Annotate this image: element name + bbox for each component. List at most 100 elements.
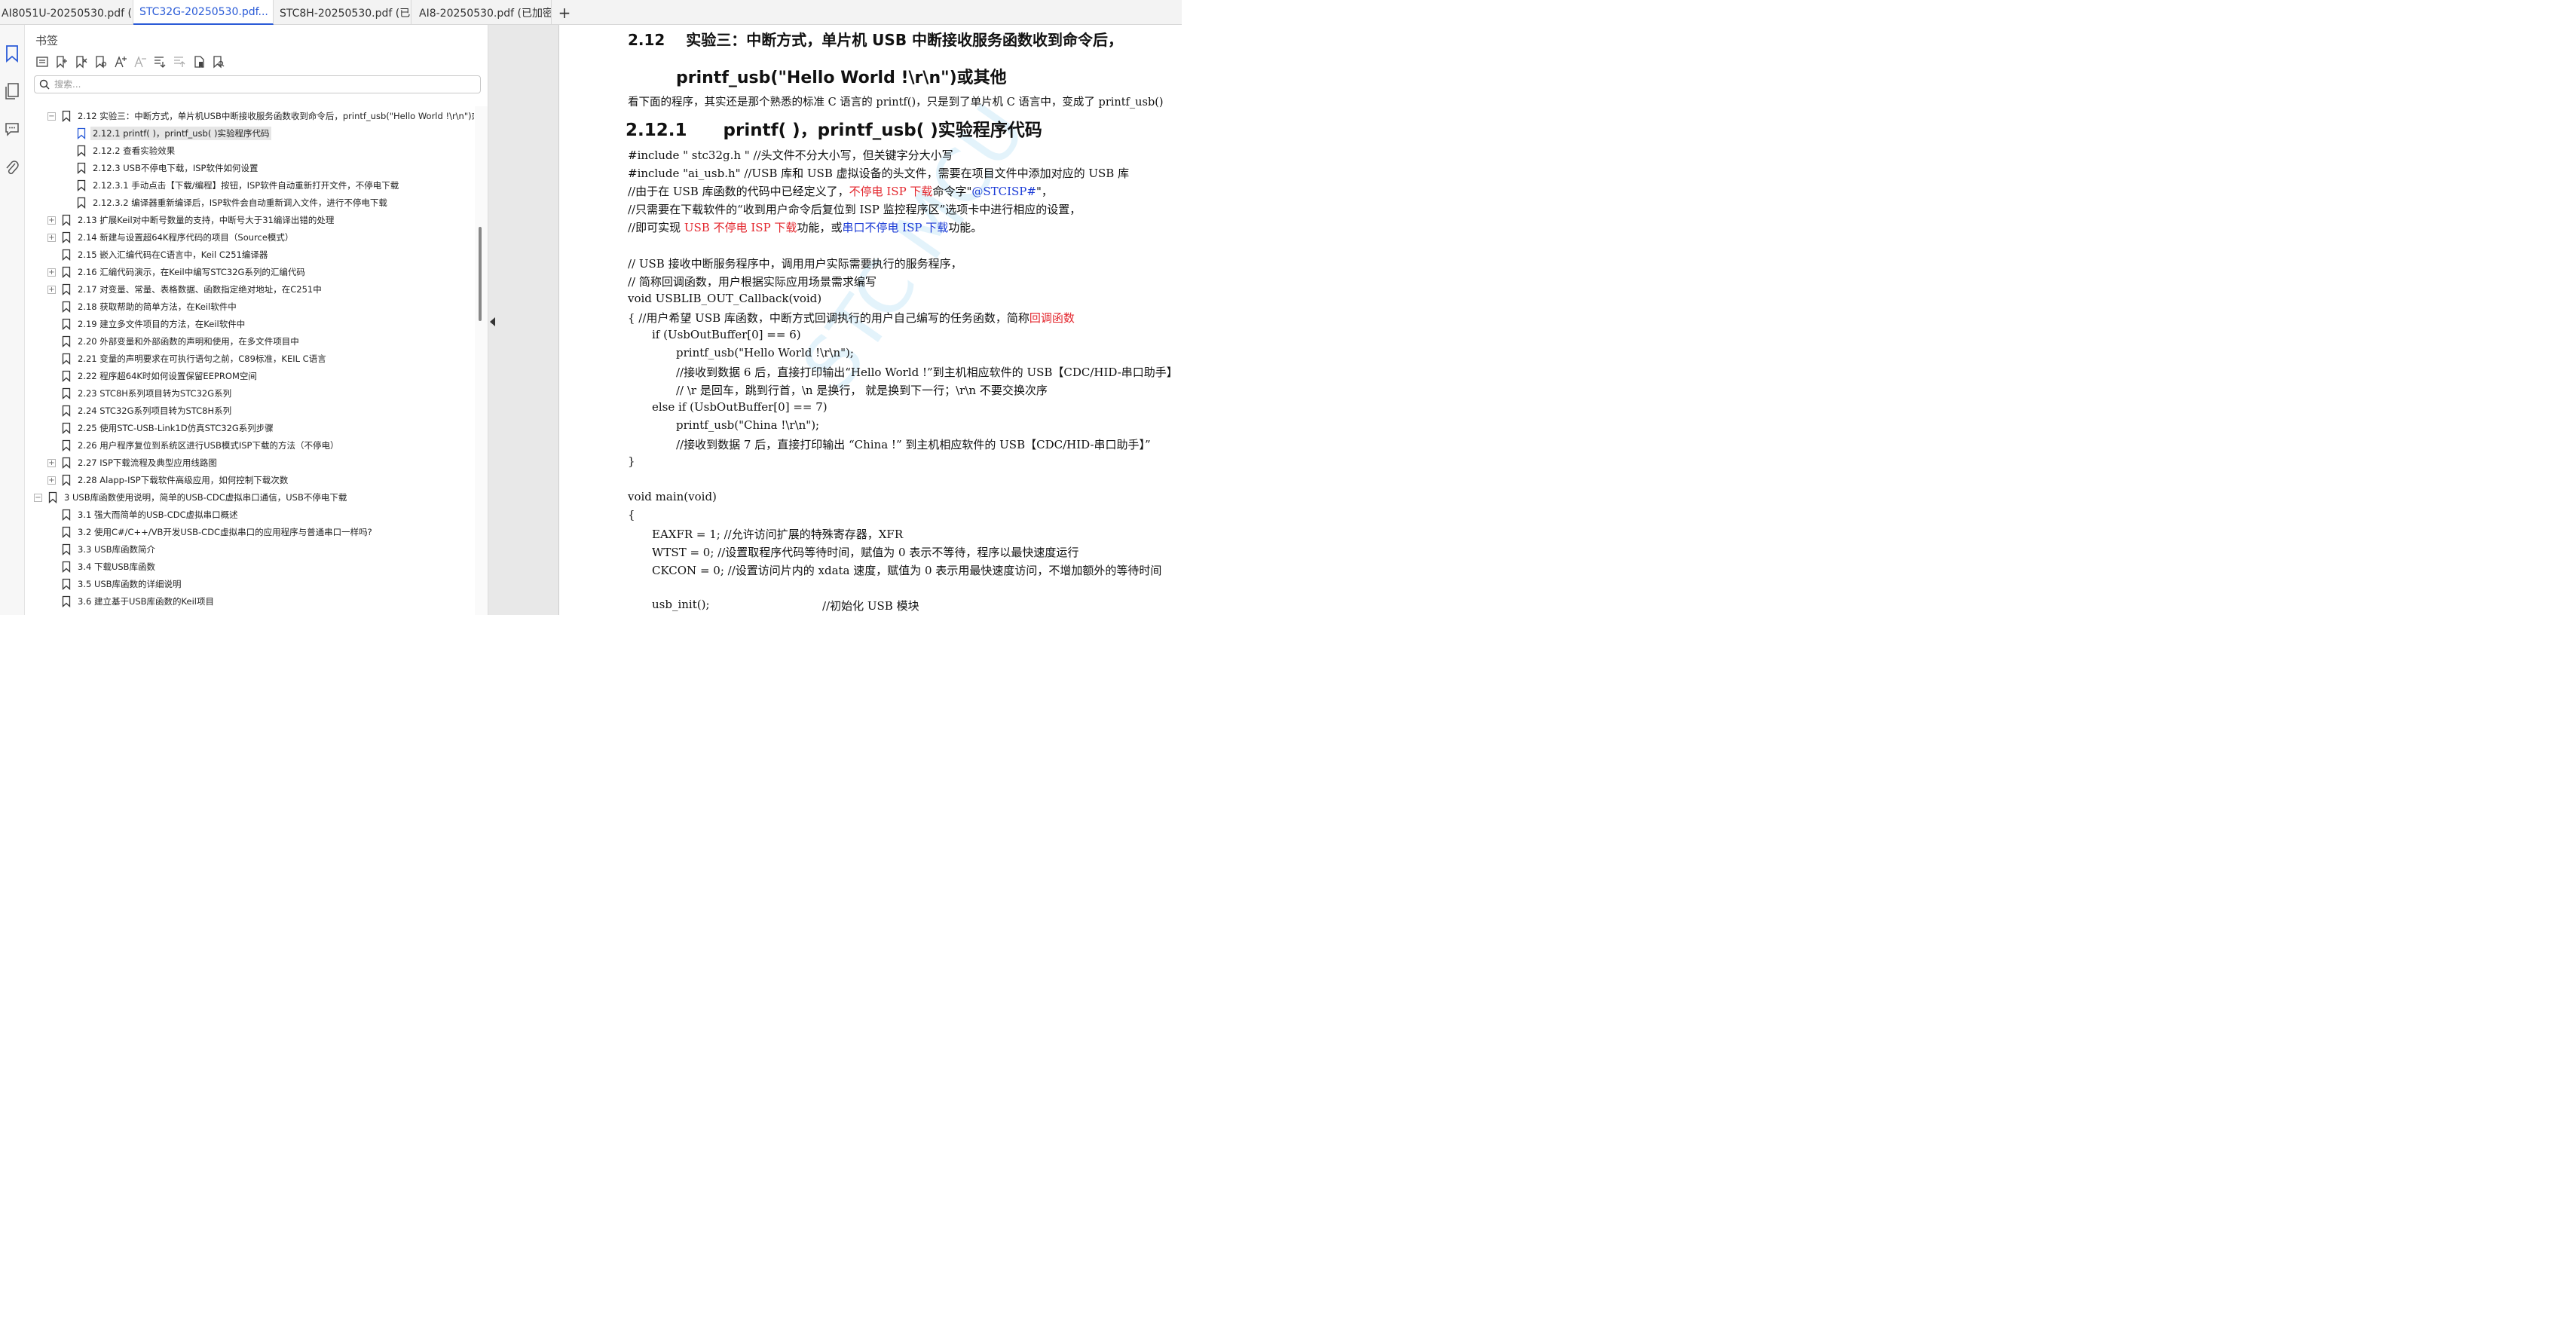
bookmark-item[interactable]: 2.26 用户程序复位到系统区进行USB模式ISP下载的方法（不停电） — [47, 437, 341, 454]
bookmark-item[interactable]: +2.14 新建与设置超64K程序代码的项目（Source模式） — [47, 229, 295, 246]
tab-ai8[interactable]: AI8-20250530.pdf (已加密) — [411, 0, 552, 25]
search-bookmark-icon[interactable] — [210, 54, 227, 70]
collapse-panel-icon[interactable] — [490, 317, 495, 326]
code-text-red: 回调函数 — [1029, 311, 1075, 325]
code-text-red: 不停电 ISP 下载 — [849, 185, 933, 198]
intro-paragraph: 看下面的程序，其实还是那个熟悉的标准 C 语言的 printf()，只是到了单片… — [628, 96, 1164, 109]
bookmark-icon — [62, 370, 71, 382]
code-line: //接收到数据 6 后，直接打印输出“Hello World !”到主机相应软件… — [676, 366, 1178, 379]
bookmark-item[interactable]: 3.5 USB库函数的详细说明 — [47, 576, 184, 592]
bookmark-item[interactable]: 2.12.3.1 手动点击【下载/编程】按钮，ISP软件自动重新打开文件，不停电… — [63, 177, 401, 194]
bookmark-scrollbar[interactable] — [475, 106, 488, 615]
font-decrease-icon — [132, 54, 148, 70]
bookmark-label: 2.23 STC8H系列项目转为STC32G系列 — [78, 388, 232, 399]
add-bookmark-icon[interactable] — [54, 54, 70, 70]
expand-icon[interactable]: + — [47, 233, 56, 242]
bookmark-label: 2.13 扩展Keil对中断号数量的支持，中断号大于31编译出错的处理 — [78, 215, 335, 225]
side-rail — [0, 25, 25, 615]
bookmark-item[interactable]: 3.1 强大而简单的USB-CDC虚拟串口概述 — [47, 506, 240, 523]
bookmark-label: 3.1 强大而简单的USB-CDC虚拟串口概述 — [78, 509, 238, 520]
comments-icon[interactable] — [3, 118, 21, 139]
bookmark-label: 3.5 USB库函数的详细说明 — [78, 579, 182, 589]
bookmark-icon — [77, 145, 86, 157]
expand-icon[interactable]: + — [47, 285, 56, 294]
bookmark-icon — [62, 318, 71, 330]
section-title-line2: printf_usb("Hello World !\r\n")或其他 — [676, 69, 1007, 87]
scrollbar-thumb[interactable] — [479, 227, 482, 321]
expand-bookmarks-icon[interactable] — [151, 54, 168, 70]
bookmark-item[interactable]: 3.2 使用C#/C++/VB开发USB-CDC虚拟串口的应用程序与普通串口一样… — [47, 524, 375, 540]
bookmark-item[interactable]: +2.16 汇编代码演示，在Keil中编写STC32G系列的汇编代码 — [47, 264, 307, 280]
tab-ai8051u[interactable]: AI8051U-20250530.pdf (已... — [0, 0, 133, 25]
code-line: CKCON = 0; //设置访问片内的 xdata 速度，赋值为 0 表示用最… — [652, 564, 1162, 577]
code-text: 命令字" — [932, 185, 972, 198]
code-line: printf_usb("Hello World !\r\n"); — [676, 346, 854, 359]
panel-splitter[interactable] — [488, 25, 559, 615]
bookmark-item[interactable]: +2.28 Alapp-ISP下载软件高级应用，如何控制下载次数 — [47, 472, 290, 488]
expand-icon[interactable]: + — [47, 458, 56, 467]
new-tab-button[interactable]: + — [552, 0, 577, 25]
tab-stc32g[interactable]: STC32G-20250530.pdf... × — [133, 0, 274, 25]
collapse-icon[interactable]: − — [47, 112, 56, 121]
font-increase-icon[interactable] — [112, 54, 129, 70]
bookmark-label: 2.12.3.1 手动点击【下载/编程】按钮，ISP软件自动重新打开文件，不停电… — [93, 180, 399, 191]
code-text: //即可实现 — [628, 221, 684, 234]
tab-label: STC8H-20250530.pdf (已... — [280, 7, 411, 20]
bookmark-item[interactable]: 2.20 外部变量和外部函数的声明和使用，在多文件项目中 — [47, 333, 301, 350]
bookmark-icon — [62, 231, 71, 243]
bookmark-icon — [62, 405, 71, 417]
bookmark-item[interactable]: 2.23 STC8H系列项目转为STC32G系列 — [47, 385, 234, 402]
collapse-icon[interactable]: − — [34, 493, 42, 502]
search-input[interactable] — [54, 79, 461, 90]
bookmark-item[interactable]: 2.22 程序超64K时如何设置保留EEPROM空间 — [47, 368, 259, 384]
delete-bookmark-icon[interactable] — [73, 54, 90, 70]
document-bookmark-icon[interactable] — [191, 54, 207, 70]
bookmark-item[interactable]: 3.4 下载USB库函数 — [47, 558, 158, 575]
bookmark-label: 2.22 程序超64K时如何设置保留EEPROM空间 — [78, 371, 257, 381]
expand-icon[interactable]: + — [47, 476, 56, 485]
section-heading: 2.12 实验三：中断方式，单片机 USB 中断接收服务函数收到命令后， — [628, 28, 1123, 50]
bookmark-icon — [62, 214, 71, 226]
bookmark-settings-icon[interactable] — [93, 54, 109, 70]
bookmark-item[interactable]: +2.13 扩展Keil对中断号数量的支持，中断号大于31编译出错的处理 — [47, 212, 336, 228]
code-line: { //用户希望 USB 库函数，中断方式回调执行的用户自己编写的任务函数，简称… — [628, 310, 1075, 326]
expand-icon[interactable]: + — [47, 216, 56, 225]
subsection-title: printf( )，printf_usb( )实验程序代码 — [723, 121, 1042, 140]
bookmark-item[interactable]: +2.27 ISP下载流程及典型应用线路图 — [47, 454, 219, 471]
bookmark-search[interactable] — [34, 75, 481, 93]
bookmark-item[interactable]: 3.3 USB库函数简介 — [47, 541, 158, 558]
expand-icon[interactable]: + — [47, 268, 56, 277]
bookmark-icon[interactable] — [3, 43, 21, 64]
outline-view-icon[interactable] — [34, 54, 50, 70]
bookmark-item[interactable]: − 2.12 实验三：中断方式，单片机USB中断接收服务函数收到命令后，print… — [47, 108, 474, 124]
bookmark-label: 2.26 用户程序复位到系统区进行USB模式ISP下载的方法（不停电） — [78, 440, 339, 451]
bookmark-item[interactable]: 2.15 嵌入汇编代码在C语言中，Keil C251编译器 — [47, 246, 270, 263]
bookmark-tree: − 2.12 实验三：中断方式，单片机USB中断接收服务函数收到命令后，print… — [25, 106, 474, 615]
code-line: //接收到数据 7 后，直接打印输出 “China !” 到主机相应软件的 US… — [676, 438, 1151, 451]
panel-title: 书签 — [35, 34, 59, 47]
bookmark-item[interactable]: 2.21 变量的声明要求在可执行语句之前，C89标准，KEIL C语言 — [47, 350, 329, 367]
bookmark-item[interactable]: 2.25 使用STC-USB-Link1D仿真STC32G系列步骤 — [47, 420, 276, 436]
pages-icon[interactable] — [3, 81, 21, 102]
code-line: #include "ai_usb.h" //USB 库和 USB 虚拟设备的头文… — [628, 167, 1130, 180]
bookmark-item[interactable]: 2.18 获取帮助的简单方法，在Keil软件中 — [47, 298, 239, 315]
bookmark-item[interactable]: 2.12.3 USB不停电下载，ISP软件如何设置 — [63, 160, 260, 176]
bookmark-icon — [48, 491, 57, 503]
attachment-icon[interactable] — [3, 158, 21, 179]
bookmark-item[interactable]: 2.12.1 printf( )，printf_usb( )实验程序代码 — [63, 125, 272, 142]
bookmark-icon — [62, 561, 71, 573]
bookmark-item[interactable]: 2.12.3.2 编译器重新编译后，ISP软件会自动重新调入文件，进行不停电下载 — [63, 194, 390, 211]
bookmark-icon — [62, 509, 71, 521]
tab-stc8h[interactable]: STC8H-20250530.pdf (已... — [274, 0, 411, 25]
bookmark-item[interactable]: 2.24 STC32G系列项目转为STC8H系列 — [47, 402, 234, 419]
bookmark-item[interactable]: +2.17 对变量、常量、表格数据、函数指定绝对地址，在C251中 — [47, 281, 324, 298]
bookmark-item[interactable]: − 3 USB库函数使用说明，简单的USB-CDC虚拟串口通信，USB不停电下载 — [34, 489, 349, 506]
bookmark-item[interactable]: 2.19 建立多文件项目的方法，在Keil软件中 — [47, 316, 247, 332]
bookmark-item[interactable]: 2.12.2 查看实验效果 — [63, 142, 177, 159]
bookmark-icon — [77, 127, 86, 139]
bookmark-item[interactable]: 3.6 建立基于USB库函数的Keil项目 — [47, 593, 216, 610]
bookmark-label: 3.4 下载USB库函数 — [78, 561, 156, 572]
bookmark-label: 2.19 建立多文件项目的方法，在Keil软件中 — [78, 319, 246, 329]
bookmark-icon — [77, 197, 86, 209]
code-line: //只需要在下载软件的“收到用户命令后复位到 ISP 监控程序区”选项卡中进行相… — [628, 203, 1081, 216]
